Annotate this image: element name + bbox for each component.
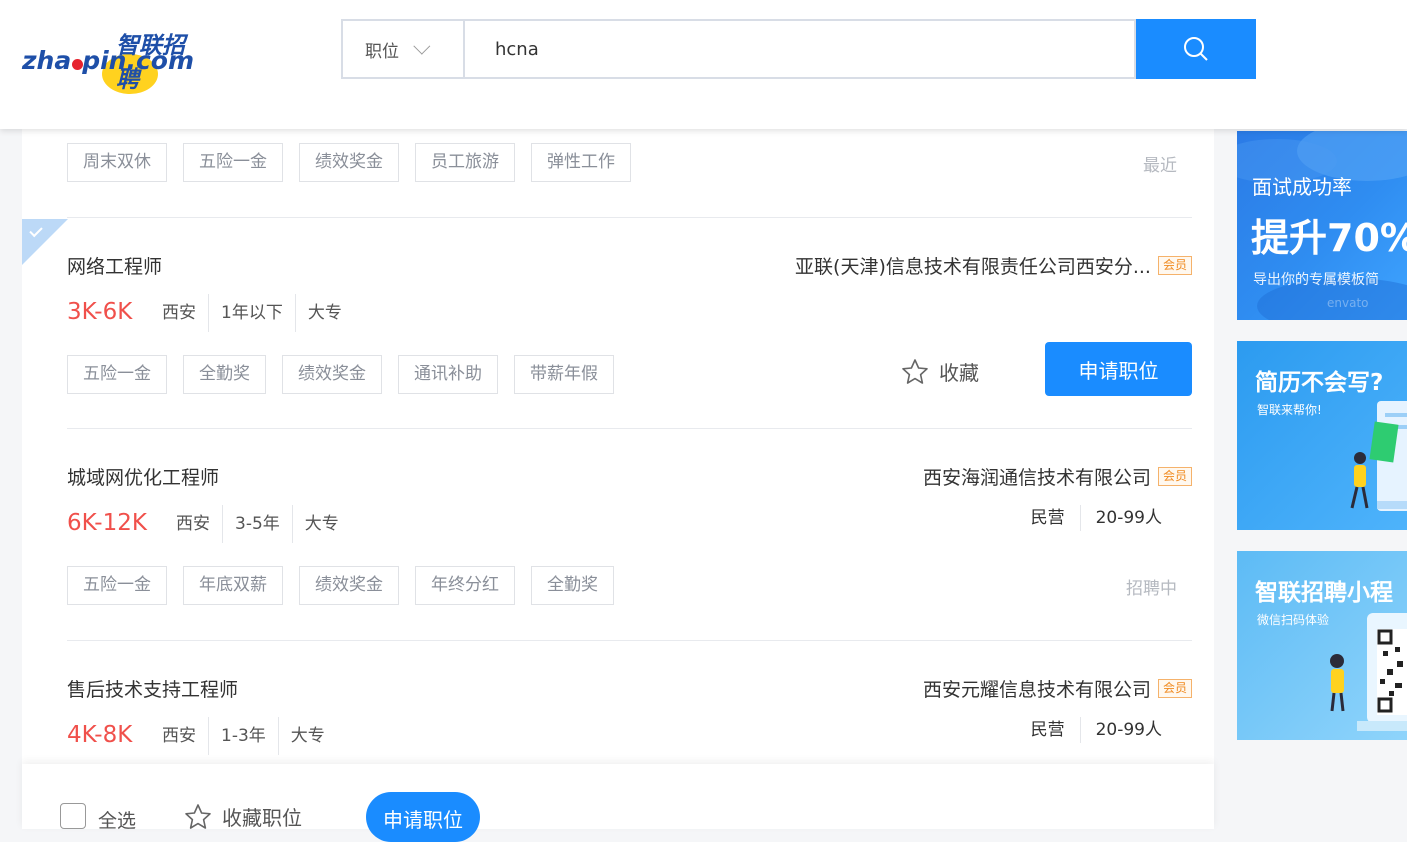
hiring-status: 招聘中 bbox=[1126, 579, 1177, 599]
welfare-tag: 员工旅游 bbox=[415, 143, 515, 182]
welfare-tag: 全勤奖 bbox=[531, 566, 614, 605]
job-city: 西安 bbox=[176, 514, 210, 534]
ad-banner-interview[interactable]: 面试成功率 提升70% 导出你的专属模板简 envato bbox=[1237, 131, 1407, 320]
company-name[interactable]: 西安海润通信技术有限公司 会员 bbox=[923, 463, 1192, 490]
welfare-tag: 周末双休 bbox=[67, 143, 167, 182]
star-icon bbox=[902, 358, 928, 384]
bottom-action-bar: 全选 收藏职位 申请职位 bbox=[22, 764, 1214, 842]
job-city: 西安 bbox=[162, 303, 196, 323]
ad-watermark: envato bbox=[1327, 296, 1369, 310]
job-experience: 3-5年 bbox=[222, 505, 292, 543]
company-type: 民营 bbox=[1030, 508, 1065, 528]
batch-apply-button[interactable]: 申请职位 bbox=[366, 792, 480, 842]
vip-badge: 会员 bbox=[1157, 679, 1192, 698]
divider bbox=[67, 640, 1192, 641]
welfare-tag: 年底双薪 bbox=[183, 566, 283, 605]
vip-badge: 会员 bbox=[1157, 467, 1192, 486]
welfare-tag: 五险一金 bbox=[67, 566, 167, 605]
apply-button[interactable]: 申请职位 bbox=[1045, 342, 1192, 396]
job-experience: 1-3年 bbox=[208, 717, 278, 755]
job-list: 周末双休 五险一金 绩效奖金 员工旅游 弹性工作 最近 网络工程师 亚联(天津)信息技术… bbox=[22, 129, 1214, 829]
job-city: 西安 bbox=[162, 726, 196, 746]
favorite-jobs-button[interactable]: 收藏职位 bbox=[184, 802, 302, 831]
vip-badge: 会员 bbox=[1157, 256, 1192, 275]
company-info: 民营 20-99人 bbox=[1016, 505, 1177, 531]
ad-line1: 面试成功率 bbox=[1252, 175, 1352, 199]
job-education: 大专 bbox=[277, 717, 337, 755]
job-tags: 五险一金 全勤奖 绩效奖金 通讯补助 带薪年假 bbox=[67, 355, 630, 394]
favorite-jobs-label: 收藏职位 bbox=[222, 806, 302, 830]
job-attributes: 西安 3-5年 大专 bbox=[164, 505, 351, 543]
company-name[interactable]: 西安元耀信息技术有限公司 会员 bbox=[923, 675, 1192, 702]
welfare-tag: 带薪年假 bbox=[514, 355, 614, 394]
company-size: 20-99人 bbox=[1079, 717, 1177, 743]
job-title[interactable]: 城域网优化工程师 bbox=[67, 463, 219, 490]
job-attributes: 西安 1年以下 大专 bbox=[150, 294, 354, 332]
logo-en-text: zha pin.com bbox=[22, 46, 195, 75]
selected-corner[interactable] bbox=[22, 219, 68, 265]
job-tags: 五险一金 年底双薪 绩效奖金 年终分红 全勤奖 bbox=[67, 566, 630, 605]
job-experience: 1年以下 bbox=[208, 294, 295, 332]
favorite-label: 收藏 bbox=[939, 361, 979, 385]
search-type-label: 职位 bbox=[365, 41, 399, 62]
search-button[interactable] bbox=[1136, 19, 1256, 79]
divider bbox=[67, 217, 1192, 218]
company-size: 20-99人 bbox=[1079, 505, 1177, 531]
job-title[interactable]: 售后技术支持工程师 bbox=[67, 675, 238, 702]
qr-code-illustration bbox=[1330, 613, 1407, 731]
welfare-tag: 全勤奖 bbox=[183, 355, 266, 394]
divider bbox=[67, 428, 1192, 429]
search-type-select[interactable]: 职位 bbox=[341, 19, 464, 79]
search-query: hcna bbox=[495, 38, 539, 60]
job-title[interactable]: 网络工程师 bbox=[67, 252, 162, 279]
update-status: 最近 bbox=[1143, 156, 1177, 176]
select-all-checkbox[interactable] bbox=[60, 803, 86, 829]
zhaopin-logo[interactable]: 智联招聘 zha pin.com bbox=[20, 26, 205, 96]
search-input[interactable]: hcna bbox=[463, 19, 1136, 79]
salary: 3K-6K bbox=[67, 299, 133, 325]
company-name[interactable]: 亚联(天津)信息技术有限责任公司西安分... 会员 bbox=[795, 252, 1192, 279]
ad-banner-resume[interactable]: 简历不会写? 智联来帮你! bbox=[1237, 341, 1407, 530]
job-tags: 周末双休 五险一金 绩效奖金 员工旅游 弹性工作 bbox=[67, 143, 647, 182]
search-bar: 职位 hcna bbox=[341, 19, 1256, 79]
chevron-down-icon bbox=[413, 37, 431, 55]
welfare-tag: 弹性工作 bbox=[531, 143, 631, 182]
company-type: 民营 bbox=[1030, 720, 1065, 740]
welfare-tag: 五险一金 bbox=[183, 143, 283, 182]
job-education: 大专 bbox=[294, 294, 354, 332]
job-attributes: 西安 1-3年 大专 bbox=[150, 717, 337, 755]
ad-line2: 提升70% bbox=[1251, 216, 1407, 260]
welfare-tag: 五险一金 bbox=[67, 355, 167, 394]
favorite-button[interactable]: 收藏 bbox=[901, 357, 979, 386]
ad-banner-miniprogram[interactable]: 智联招聘小程 微信扫码体验 bbox=[1237, 551, 1407, 740]
star-icon bbox=[185, 803, 211, 829]
ad-line3: 导出你的专属模板简 bbox=[1253, 272, 1379, 288]
company-info: 民营 20-99人 bbox=[1016, 717, 1177, 743]
logo-dot bbox=[72, 59, 83, 70]
welfare-tag: 绩效奖金 bbox=[299, 143, 399, 182]
job-education: 大专 bbox=[291, 505, 351, 543]
top-header: 智联招聘 zha pin.com 职位 hcna bbox=[0, 0, 1407, 129]
welfare-tag: 通讯补助 bbox=[398, 355, 498, 394]
welfare-tag: 绩效奖金 bbox=[282, 355, 382, 394]
resume-illustration bbox=[1350, 401, 1407, 511]
welfare-tag: 绩效奖金 bbox=[299, 566, 399, 605]
welfare-tag: 年终分红 bbox=[415, 566, 515, 605]
salary: 4K-8K bbox=[67, 722, 133, 748]
search-icon bbox=[1184, 37, 1208, 61]
salary: 6K-12K bbox=[67, 510, 147, 536]
